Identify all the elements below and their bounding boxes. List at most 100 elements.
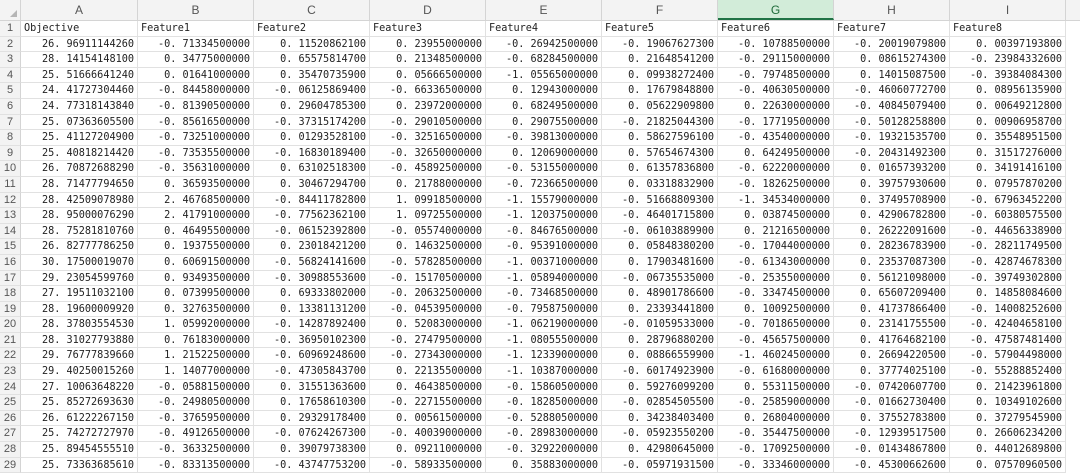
cell-a18[interactable]: 27. 19511032100 [21,286,138,302]
cell-e16[interactable]: -1. 00371000000 [486,254,602,271]
select-all-corner[interactable] [0,0,21,20]
cell-h6[interactable]: -0. 40845079400 [834,98,950,115]
cell-a10[interactable]: 26. 70872688290 [21,161,138,177]
cell-d6[interactable]: 0. 23972000000 [370,98,486,115]
cell-a28[interactable]: 25. 89454555510 [21,442,138,458]
cell-i16[interactable]: -0. 42874678300 [950,254,1066,271]
row-header[interactable]: 23 [0,364,21,380]
cell-e5[interactable]: 0. 12943000000 [486,83,602,99]
cell-h4[interactable]: 0. 14015087500 [834,67,950,84]
cell-d23[interactable]: 0. 22135500000 [370,364,486,380]
cell-e22[interactable]: -1. 12339000000 [486,348,602,365]
cell-b7[interactable]: -0. 85616500000 [138,114,254,131]
cell-i10[interactable]: 0. 34191416100 [950,161,1066,177]
cell-c1[interactable]: Feature2 [254,21,370,37]
cell-f12[interactable]: -0. 51668809300 [602,192,718,209]
cell-g25[interactable]: -0. 25859000000 [718,395,834,411]
cell-g13[interactable]: 0. 03874500000 [718,208,834,224]
cell-h22[interactable]: 0. 26694220500 [834,348,950,365]
column-header-a[interactable]: A [21,0,138,20]
cell-f6[interactable]: 0. 05622909800 [602,98,718,115]
cell-f21[interactable]: 0. 28796880200 [602,332,718,349]
cell-e9[interactable]: 0. 12069000000 [486,145,602,162]
cell-i14[interactable]: -0. 44656338900 [950,223,1066,240]
cell-d15[interactable]: 0. 14632500000 [370,239,486,255]
cell-f5[interactable]: 0. 17679848800 [602,83,718,99]
cell-b13[interactable]: 2. 41791000000 [138,208,254,224]
cell-b25[interactable]: -0. 24980500000 [138,395,254,411]
cell-i1[interactable]: Feature8 [950,21,1066,37]
cell-a23[interactable]: 29. 40250015260 [21,364,138,380]
cell-e17[interactable]: -1. 05894000000 [486,270,602,287]
cell-e12[interactable]: -1. 15579000000 [486,192,602,209]
row-header[interactable]: 22 [0,348,21,365]
row-header[interactable]: 17 [0,270,21,287]
cell-d1[interactable]: Feature3 [370,21,486,37]
cell-b27[interactable]: -0. 49126500000 [138,426,254,443]
cell-d7[interactable]: -0. 29010500000 [370,114,486,131]
cell-c13[interactable]: -0. 77562362100 [254,208,370,224]
cell-e29[interactable]: 0. 35883000000 [486,457,602,473]
cell-d8[interactable]: -0. 32516500000 [370,130,486,146]
cell-a2[interactable]: 26. 96911144260 [21,36,138,53]
cell-i7[interactable]: 0. 00906958700 [950,114,1066,131]
row-header[interactable]: 27 [0,426,21,443]
row-header[interactable]: 6 [0,98,21,115]
cell-h28[interactable]: -0. 01434867800 [834,442,950,458]
cell-e3[interactable]: -0. 68284500000 [486,52,602,68]
cell-g26[interactable]: 0. 26804000000 [718,410,834,427]
cell-i24[interactable]: 0. 21423961800 [950,379,1066,396]
cell-f8[interactable]: 0. 58627596100 [602,130,718,146]
cell-d3[interactable]: 0. 21348500000 [370,52,486,68]
cell-b21[interactable]: 0. 76183000000 [138,332,254,349]
cell-b10[interactable]: -0. 35631000000 [138,161,254,177]
cell-g17[interactable]: -0. 25355000000 [718,270,834,287]
cell-a15[interactable]: 26. 82777786250 [21,239,138,255]
cell-f1[interactable]: Feature5 [602,21,718,37]
cell-a11[interactable]: 28. 71477794650 [21,176,138,193]
cell-a20[interactable]: 28. 37803554530 [21,317,138,333]
cell-d25[interactable]: -0. 22715500000 [370,395,486,411]
cell-a5[interactable]: 24. 41727304460 [21,83,138,99]
row-header[interactable]: 13 [0,208,21,224]
cell-f17[interactable]: -0. 06735535000 [602,270,718,287]
cell-b1[interactable]: Feature1 [138,21,254,37]
cell-a27[interactable]: 25. 74272727970 [21,426,138,443]
cell-h21[interactable]: 0. 41764682100 [834,332,950,349]
cell-b17[interactable]: 0. 93493500000 [138,270,254,287]
cell-h2[interactable]: -0. 20019079800 [834,36,950,53]
cell-g20[interactable]: -0. 70186500000 [718,317,834,333]
cell-c4[interactable]: 0. 35470735900 [254,67,370,84]
cell-a3[interactable]: 28. 14154148100 [21,52,138,68]
cell-g27[interactable]: -0. 35447500000 [718,426,834,443]
cell-c10[interactable]: 0. 63102518300 [254,161,370,177]
cell-g12[interactable]: -1. 34534000000 [718,192,834,209]
row-header[interactable]: 18 [0,286,21,302]
cell-h12[interactable]: 0. 37495708900 [834,192,950,209]
cell-a7[interactable]: 25. 07363605500 [21,114,138,131]
cell-i25[interactable]: 0. 10349102600 [950,395,1066,411]
row-header[interactable]: 19 [0,301,21,318]
cell-e10[interactable]: -0. 53155000000 [486,161,602,177]
cell-c15[interactable]: 0. 23018421200 [254,239,370,255]
cell-c25[interactable]: 0. 17658610300 [254,395,370,411]
cell-e13[interactable]: -1. 12037500000 [486,208,602,224]
cell-g2[interactable]: -0. 10788500000 [718,36,834,53]
column-header-i[interactable]: I [950,0,1066,20]
row-header[interactable]: 1 [0,21,21,37]
cell-f9[interactable]: 0. 57654674300 [602,145,718,162]
cell-b12[interactable]: 2. 46768500000 [138,192,254,209]
cell-h14[interactable]: 0. 26222091600 [834,223,950,240]
cell-e1[interactable]: Feature4 [486,21,602,37]
cell-f26[interactable]: 0. 34238403400 [602,410,718,427]
cell-d13[interactable]: 1. 09725500000 [370,208,486,224]
cell-g15[interactable]: -0. 17044000000 [718,239,834,255]
cell-g1[interactable]: Feature6 [718,21,834,37]
cell-e11[interactable]: -0. 72366500000 [486,176,602,193]
row-header[interactable]: 7 [0,114,21,131]
cell-f7[interactable]: -0. 21825044300 [602,114,718,131]
cell-a6[interactable]: 24. 77318143840 [21,98,138,115]
column-header-d[interactable]: D [370,0,486,20]
cell-h11[interactable]: 0. 39757930600 [834,176,950,193]
cell-d20[interactable]: 0. 52083000000 [370,317,486,333]
